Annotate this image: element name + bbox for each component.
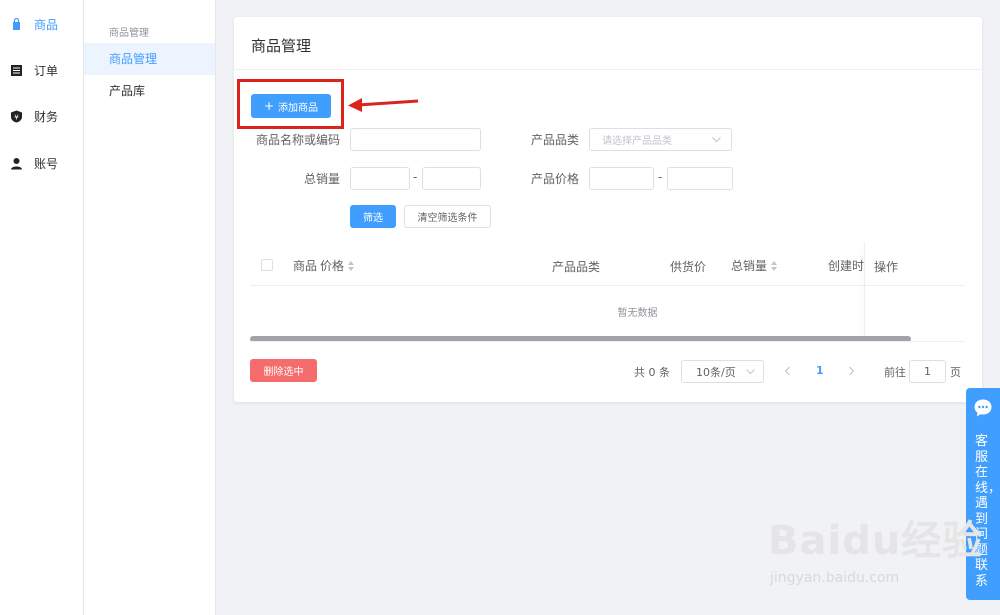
annotation-highlight-box bbox=[237, 79, 344, 129]
category-select[interactable]: 请选择产品品类 bbox=[589, 128, 732, 151]
price-range-dash: - bbox=[658, 170, 663, 184]
next-page-icon[interactable] bbox=[848, 366, 855, 376]
svg-text:¥: ¥ bbox=[14, 113, 19, 121]
current-page-number[interactable]: 1 bbox=[816, 364, 824, 377]
column-price[interactable]: 价格 bbox=[320, 257, 355, 274]
sales-range-dash: - bbox=[413, 170, 418, 184]
sub-nav-item-product-management[interactable]: 商品管理 bbox=[84, 43, 215, 75]
filter-button[interactable]: 筛选 bbox=[350, 205, 396, 228]
clear-filters-button[interactable]: 清空筛选条件 bbox=[404, 205, 491, 228]
column-label: 总销量 bbox=[731, 259, 768, 273]
sub-nav: 商品管理 商品管理 产品库 bbox=[84, 0, 216, 615]
category-filter-label: 产品品类 bbox=[530, 133, 579, 147]
table-empty-text: 暂无数据 bbox=[617, 308, 658, 319]
list-icon bbox=[10, 64, 23, 77]
column-label: 商品 bbox=[293, 259, 318, 273]
annotation-arrow-icon bbox=[348, 98, 419, 112]
goto-page-input[interactable]: 1 bbox=[909, 360, 946, 383]
column-created-time: 创建时间 bbox=[828, 259, 865, 273]
table-header-divider bbox=[250, 285, 965, 286]
divider bbox=[234, 69, 982, 70]
main-nav: 商品 订单 ¥ 财务 账号 bbox=[0, 0, 84, 615]
page-size-select[interactable]: 10条/页 bbox=[681, 360, 764, 383]
baidu-watermark: Baidu经验 bbox=[768, 518, 984, 564]
column-category: 产品品类 bbox=[552, 258, 600, 275]
column-label: 供货价 bbox=[670, 260, 707, 274]
nav-item-account[interactable]: 账号 bbox=[10, 153, 58, 173]
price-max-input[interactable] bbox=[667, 167, 733, 190]
goto-label: 前往 bbox=[884, 366, 906, 379]
sales-min-input[interactable] bbox=[350, 167, 410, 190]
page-suffix: 页 bbox=[950, 366, 961, 379]
column-label: 价格 bbox=[320, 259, 345, 273]
name-filter-input[interactable] bbox=[350, 128, 481, 151]
price-filter-label: 产品价格 bbox=[530, 172, 579, 186]
sub-nav-group-title: 商品管理 bbox=[109, 28, 149, 39]
column-actions: 操作 bbox=[874, 258, 898, 275]
money-icon: ¥ bbox=[10, 110, 23, 123]
nav-item-products[interactable]: 商品 bbox=[10, 14, 58, 34]
nav-item-label: 订单 bbox=[34, 63, 59, 78]
chevron-down-icon bbox=[712, 137, 721, 143]
category-select-placeholder: 请选择产品品类 bbox=[602, 136, 672, 147]
fixed-column-shadow bbox=[864, 242, 865, 342]
column-product: 商品 bbox=[293, 257, 317, 274]
prev-page-icon[interactable] bbox=[784, 366, 791, 376]
main-card: 商品管理 bbox=[234, 17, 982, 402]
delete-selected-button[interactable]: 删除选中 bbox=[250, 359, 317, 382]
total-count: 共 0 条 bbox=[634, 366, 670, 379]
baidu-watermark-url: jingyan.baidu.com bbox=[770, 570, 900, 586]
sort-icon[interactable] bbox=[348, 260, 355, 271]
nav-item-label: 财务 bbox=[34, 109, 59, 124]
bag-icon bbox=[10, 17, 23, 31]
nav-item-label: 商品 bbox=[34, 17, 59, 32]
select-all-checkbox[interactable] bbox=[261, 259, 273, 271]
nav-item-label: 账号 bbox=[34, 156, 59, 171]
column-label: 产品品类 bbox=[552, 260, 601, 274]
nav-item-finance[interactable]: ¥ 财务 bbox=[10, 106, 58, 126]
page-size-value: 10条/页 bbox=[696, 365, 736, 379]
table-bottom-divider bbox=[250, 341, 965, 342]
chat-bubble-icon bbox=[974, 399, 992, 417]
name-filter-label: 商品名称或编码 bbox=[255, 133, 340, 147]
nav-item-orders[interactable]: 订单 bbox=[10, 60, 58, 80]
column-label: 操作 bbox=[874, 260, 899, 274]
sales-max-input[interactable] bbox=[422, 167, 481, 190]
column-supply-price: 供货价 bbox=[670, 258, 706, 275]
sort-icon[interactable] bbox=[771, 260, 778, 271]
sales-filter-label: 总销量 bbox=[303, 172, 340, 186]
page-title: 商品管理 bbox=[251, 37, 312, 55]
price-min-input[interactable] bbox=[589, 167, 654, 190]
column-total-sales[interactable]: 总销量 bbox=[731, 257, 778, 274]
user-icon bbox=[10, 157, 23, 170]
sub-nav-item-product-library[interactable]: 产品库 bbox=[84, 75, 215, 107]
chevron-down-icon bbox=[746, 369, 755, 375]
